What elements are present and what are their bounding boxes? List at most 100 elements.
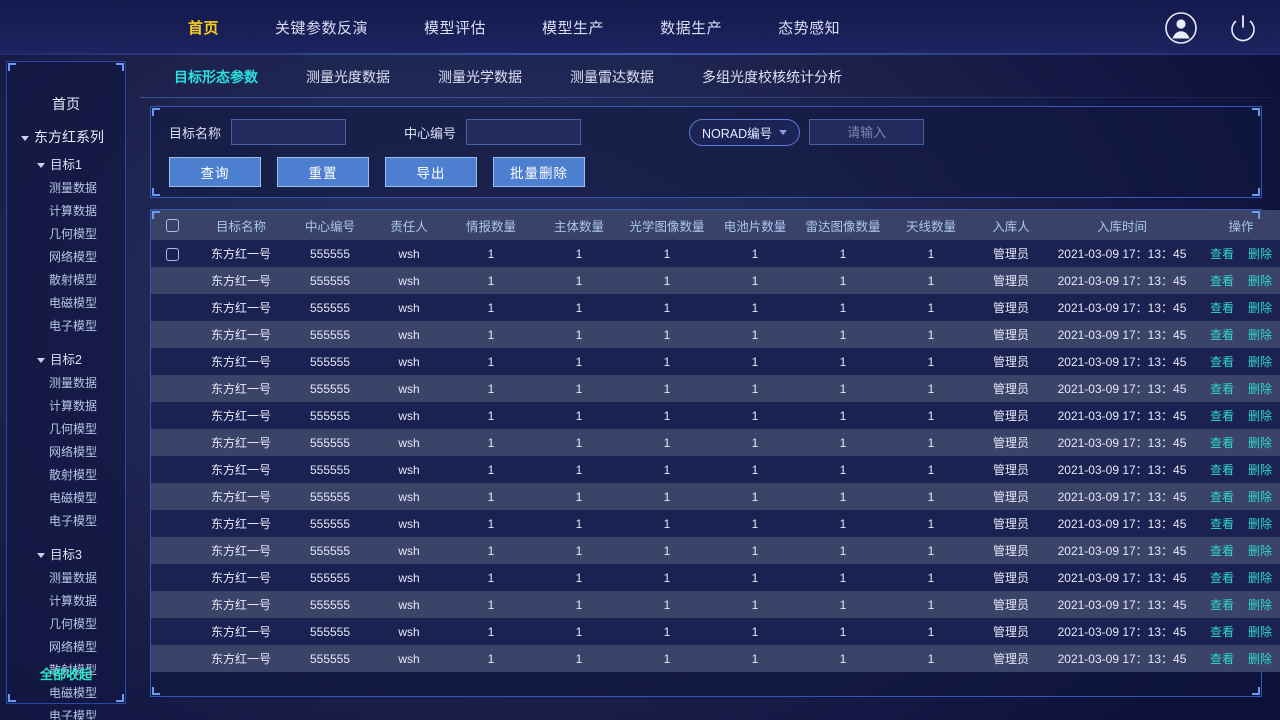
- sidebar-item-散射模型[interactable]: 散射模型: [7, 268, 125, 291]
- delete-link[interactable]: 删除: [1248, 436, 1272, 450]
- view-link[interactable]: 查看: [1210, 571, 1234, 585]
- tab-4[interactable]: 多组光度校核统计分析: [678, 67, 866, 87]
- delete-link[interactable]: 删除: [1248, 463, 1272, 477]
- sidebar-group-目标3[interactable]: 目标3: [7, 541, 125, 566]
- table-row[interactable]: 东方红一号 555555 wsh 1 1 1 1 1 1 管理员 2021-03-09 17：13：…: [151, 321, 1280, 348]
- view-link[interactable]: 查看: [1210, 436, 1234, 450]
- table-row[interactable]: 东方红一号 555555 wsh 1 1 1 1 1 1 管理员 2021-03-09 17：13：…: [151, 240, 1280, 267]
- view-link[interactable]: 查看: [1210, 355, 1234, 369]
- sidebar-item-计算数据[interactable]: 计算数据: [7, 394, 125, 417]
- sidebar-item-几何模型[interactable]: 几何模型: [7, 417, 125, 440]
- table-row[interactable]: 东方红一号 555555 wsh 1 1 1 1 1 1 管理员 2021-03-09 17：13：…: [151, 402, 1280, 429]
- delete-link[interactable]: 删除: [1248, 247, 1272, 261]
- view-link[interactable]: 查看: [1210, 409, 1234, 423]
- tab-0[interactable]: 目标形态参数: [150, 67, 282, 87]
- sidebar-item-几何模型[interactable]: 几何模型: [7, 612, 125, 635]
- delete-link[interactable]: 删除: [1248, 517, 1272, 531]
- sidebar-item-电磁模型[interactable]: 电磁模型: [7, 681, 125, 704]
- top-nav-item-1[interactable]: 关键参数反演: [247, 17, 396, 38]
- target-name-input[interactable]: [231, 119, 347, 145]
- delete-link[interactable]: 删除: [1248, 652, 1272, 666]
- sidebar-item-网络模型[interactable]: 网络模型: [7, 440, 125, 463]
- export-button[interactable]: 导出: [385, 157, 477, 187]
- table-row[interactable]: 东方红一号 555555 wsh 1 1 1 1 1 1 管理员 2021-03-09 17：13：…: [151, 645, 1280, 672]
- select-all-checkbox[interactable]: [165, 219, 179, 233]
- tab-3[interactable]: 测量雷达数据: [546, 67, 678, 87]
- sidebar-item-测量数据[interactable]: 测量数据: [7, 566, 125, 589]
- sidebar-item-计算数据[interactable]: 计算数据: [7, 589, 125, 612]
- column-header-9: 入库人: [975, 210, 1047, 240]
- delete-link[interactable]: 删除: [1248, 355, 1272, 369]
- delete-link[interactable]: 删除: [1248, 382, 1272, 396]
- batch-delete-button[interactable]: 批量删除: [493, 157, 585, 187]
- sidebar-item-电子模型[interactable]: 电子模型: [7, 314, 125, 337]
- sidebar-item-网络模型[interactable]: 网络模型: [7, 245, 125, 268]
- power-icon[interactable]: [1226, 11, 1260, 45]
- sidebar-item-测量数据[interactable]: 测量数据: [7, 371, 125, 394]
- sidebar-item-series[interactable]: 东方红系列: [7, 123, 125, 151]
- table-row[interactable]: 东方红一号 555555 wsh 1 1 1 1 1 1 管理员 2021-03-09 17：13：…: [151, 618, 1280, 645]
- sidebar-item-几何模型[interactable]: 几何模型: [7, 222, 125, 245]
- table-row[interactable]: 东方红一号 555555 wsh 1 1 1 1 1 1 管理员 2021-03-09 17：13：…: [151, 294, 1280, 321]
- view-link[interactable]: 查看: [1210, 598, 1234, 612]
- sidebar-item-电子模型[interactable]: 电子模型: [7, 509, 125, 532]
- cell-operations: 查看 删除: [1197, 456, 1280, 483]
- sidebar-item-电磁模型[interactable]: 电磁模型: [7, 486, 125, 509]
- table-row[interactable]: 东方红一号 555555 wsh 1 1 1 1 1 1 管理员 2021-03-09 17：13：…: [151, 375, 1280, 402]
- sidebar-item-测量数据[interactable]: 测量数据: [7, 176, 125, 199]
- top-nav-item-2[interactable]: 模型评估: [396, 17, 514, 38]
- delete-link[interactable]: 删除: [1248, 409, 1272, 423]
- table-row[interactable]: 东方红一号 555555 wsh 1 1 1 1 1 1 管理员 2021-03-09 17：13：…: [151, 537, 1280, 564]
- top-nav-item-0[interactable]: 首页: [160, 17, 247, 38]
- delete-link[interactable]: 删除: [1248, 544, 1272, 558]
- sidebar-item-home[interactable]: 首页: [7, 90, 125, 123]
- table-row[interactable]: 东方红一号 555555 wsh 1 1 1 1 1 1 管理员 2021-03-09 17：13：…: [151, 456, 1280, 483]
- delete-link[interactable]: 删除: [1248, 301, 1272, 315]
- delete-link[interactable]: 删除: [1248, 490, 1272, 504]
- row-checkbox[interactable]: [165, 247, 179, 261]
- table-row[interactable]: 东方红一号 555555 wsh 1 1 1 1 1 1 管理员 2021-03-09 17：13：…: [151, 429, 1280, 456]
- norad-input[interactable]: [809, 119, 925, 145]
- delete-link[interactable]: 删除: [1248, 274, 1272, 288]
- view-link[interactable]: 查看: [1210, 652, 1234, 666]
- view-link[interactable]: 查看: [1210, 328, 1234, 342]
- sidebar-item-电子模型[interactable]: 电子模型: [7, 704, 125, 720]
- collapse-all-button[interactable]: 全部收起: [7, 664, 125, 683]
- sidebar-item-网络模型[interactable]: 网络模型: [7, 635, 125, 658]
- view-link[interactable]: 查看: [1210, 517, 1234, 531]
- sidebar-item-散射模型[interactable]: 散射模型: [7, 463, 125, 486]
- sidebar-group-目标1[interactable]: 目标1: [7, 151, 125, 176]
- query-button[interactable]: 查询: [169, 157, 261, 187]
- delete-link[interactable]: 删除: [1248, 328, 1272, 342]
- view-link[interactable]: 查看: [1210, 382, 1234, 396]
- table-row[interactable]: 东方红一号 555555 wsh 1 1 1 1 1 1 管理员 2021-03-09 17：13：…: [151, 267, 1280, 294]
- view-link[interactable]: 查看: [1210, 274, 1234, 288]
- view-link[interactable]: 查看: [1210, 625, 1234, 639]
- table-row[interactable]: 东方红一号 555555 wsh 1 1 1 1 1 1 管理员 2021-03-09 17：13：…: [151, 591, 1280, 618]
- delete-link[interactable]: 删除: [1248, 571, 1272, 585]
- sidebar-item-电磁模型[interactable]: 电磁模型: [7, 291, 125, 314]
- view-link[interactable]: 查看: [1210, 463, 1234, 477]
- table-row[interactable]: 东方红一号 555555 wsh 1 1 1 1 1 1 管理员 2021-03-09 17：13：…: [151, 483, 1280, 510]
- table-row[interactable]: 东方红一号 555555 wsh 1 1 1 1 1 1 管理员 2021-03-09 17：13：…: [151, 564, 1280, 591]
- user-avatar-icon[interactable]: [1164, 11, 1198, 45]
- sidebar-group-目标2[interactable]: 目标2: [7, 346, 125, 371]
- top-nav-item-3[interactable]: 模型生产: [514, 17, 632, 38]
- view-link[interactable]: 查看: [1210, 247, 1234, 261]
- view-link[interactable]: 查看: [1210, 490, 1234, 504]
- delete-link[interactable]: 删除: [1248, 625, 1272, 639]
- table-row[interactable]: 东方红一号 555555 wsh 1 1 1 1 1 1 管理员 2021-03-09 17：13：…: [151, 348, 1280, 375]
- tab-2[interactable]: 测量光学数据: [414, 67, 546, 87]
- center-no-input[interactable]: [466, 119, 582, 145]
- view-link[interactable]: 查看: [1210, 544, 1234, 558]
- tab-1[interactable]: 测量光度数据: [282, 67, 414, 87]
- sidebar-item-计算数据[interactable]: 计算数据: [7, 199, 125, 222]
- norad-select[interactable]: NORAD编号: [689, 118, 801, 146]
- top-nav-item-4[interactable]: 数据生产: [632, 17, 750, 38]
- view-link[interactable]: 查看: [1210, 301, 1234, 315]
- top-nav-item-5[interactable]: 态势感知: [750, 17, 868, 38]
- reset-button[interactable]: 重置: [277, 157, 369, 187]
- cell-radar: 1: [839, 354, 847, 369]
- delete-link[interactable]: 删除: [1248, 598, 1272, 612]
- table-row[interactable]: 东方红一号 555555 wsh 1 1 1 1 1 1 管理员 2021-03-09 17：13：…: [151, 510, 1280, 537]
